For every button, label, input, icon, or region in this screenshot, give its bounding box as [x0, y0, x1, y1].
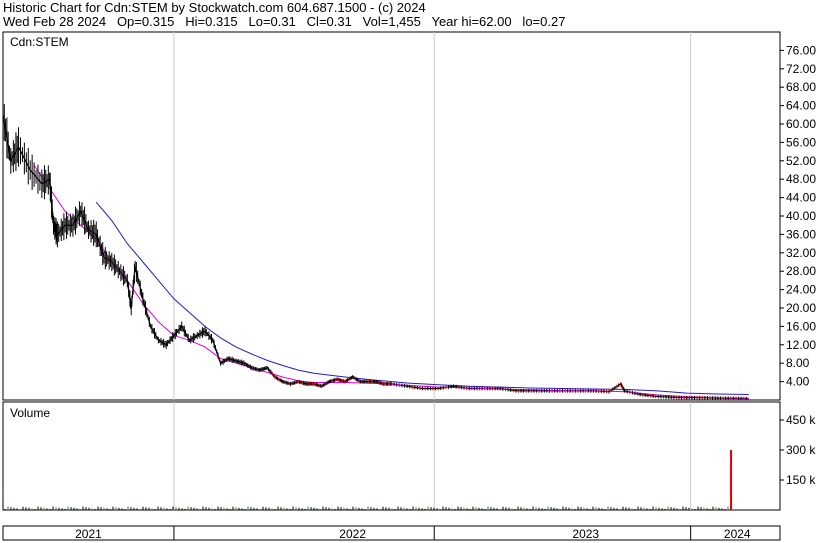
- date-axis-band: [2, 525, 781, 541]
- price-tick-label: 8.00: [786, 356, 810, 370]
- price-tick-label: 4.00: [786, 375, 810, 389]
- year-label: 2022: [339, 527, 366, 541]
- price-tick-label: 64.00: [786, 99, 816, 113]
- price-tick-label: 16.00: [786, 319, 816, 333]
- price-tick-label: 72.00: [786, 62, 816, 76]
- price-tick-label: 20.00: [786, 301, 816, 315]
- volume-tick-label: 150 k: [786, 473, 816, 487]
- year-label: 2023: [572, 527, 599, 541]
- price-tick-label: 44.00: [786, 191, 816, 205]
- price-tick-label: 40.00: [786, 209, 816, 223]
- price-tick-label: 52.00: [786, 154, 816, 168]
- price-tick-label: 24.00: [786, 283, 816, 297]
- price-tick-label: 76.00: [786, 43, 816, 57]
- year-label: 2024: [724, 527, 751, 541]
- volume-panel: [2, 401, 781, 511]
- price-tick-label: 56.00: [786, 135, 816, 149]
- price-panel: [2, 31, 781, 401]
- price-tick-label: 68.00: [786, 80, 816, 94]
- price-tick-label: 12.00: [786, 338, 816, 352]
- stock-chart: 76.00 72.00 68.00 64.00 60.00 56.00 52.00 48.00…: [2, 31, 816, 541]
- price-tick-label: 28.00: [786, 264, 816, 278]
- volume-panel-label: Volume: [10, 406, 50, 420]
- price-tick-label: 48.00: [786, 172, 816, 186]
- volume-tick-label: 300 k: [786, 443, 816, 457]
- price-tick-label: 36.00: [786, 227, 816, 241]
- volume-tick-label: 450 k: [786, 413, 816, 427]
- price-tick-label: 32.00: [786, 246, 816, 260]
- price-tick-label: 60.00: [786, 117, 816, 131]
- year-label: 2021: [75, 527, 102, 541]
- price-panel-label: Cdn:STEM: [10, 35, 69, 49]
